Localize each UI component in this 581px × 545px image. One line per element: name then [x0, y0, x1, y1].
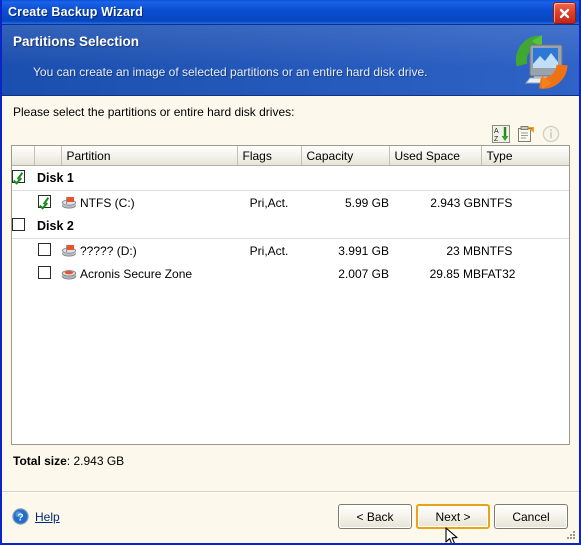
partition-spacer-cell [12, 238, 34, 262]
create-backup-wizard-window: Create Backup Wizard Partitions Selectio… [0, 0, 581, 545]
disk-flags [237, 214, 301, 239]
column-header-used-space[interactable]: Used Space [389, 146, 482, 166]
window-titlebar[interactable]: Create Backup Wizard [2, 0, 579, 25]
cancel-button[interactable]: Cancel [494, 504, 568, 529]
disk-type [481, 165, 569, 191]
partition-checkbox[interactable] [38, 265, 51, 279]
partition-type: NTFS [481, 238, 569, 262]
next-button-label: Next > [435, 509, 471, 524]
partition-used-space: 23 MB [389, 238, 481, 262]
partition-label: Acronis Secure Zone [80, 266, 193, 281]
partition-capacity: 3.991 GB [301, 238, 389, 262]
table-row[interactable]: Disk 2 [12, 214, 569, 239]
partition-used-space: 2.943 GB [389, 190, 481, 214]
disk-used-space [389, 165, 481, 191]
column-header-spacer[interactable] [34, 146, 62, 166]
disk-capacity [301, 165, 389, 191]
partition-checkbox-cell [34, 262, 61, 285]
backup-monitor-icon [515, 35, 568, 89]
partition-capacity: 2.007 GB [301, 262, 389, 285]
selection-prompt: Please select the partitions or entire h… [13, 105, 295, 119]
total-size-row: Total size: 2.943 GB [11, 445, 570, 468]
column-header-checkbox[interactable] [12, 146, 35, 166]
partition-checkbox[interactable] [38, 194, 51, 208]
partition-spacer-cell [12, 190, 34, 214]
disk-checkbox-cell [12, 165, 34, 191]
back-button-label: < Back [356, 509, 394, 524]
partition-used-space: 29.85 MB [389, 262, 481, 285]
svg-text:?: ? [17, 511, 23, 523]
svg-text:A: A [494, 128, 499, 135]
close-icon [559, 8, 570, 18]
partition-flags [237, 262, 301, 285]
total-size-label: Total size [13, 454, 67, 468]
total-size-value: 2.943 GB [73, 454, 125, 468]
column-header-capacity[interactable]: Capacity [301, 146, 390, 166]
properties-icon[interactable] [517, 125, 535, 143]
secure-zone-icon [61, 269, 77, 279]
partition-checkbox-cell [34, 238, 61, 262]
partitions-table: Partition Flags Capacity Used Space Type… [12, 146, 569, 285]
disk-used-space [389, 214, 481, 239]
partition-name-cell: Acronis Secure Zone [61, 262, 237, 285]
close-button[interactable] [553, 2, 576, 24]
disk-checkbox[interactable] [12, 218, 25, 231]
partition-capacity: 5.99 GB [301, 190, 389, 214]
partition-spacer-cell [12, 262, 34, 285]
disk-checkbox[interactable] [12, 170, 25, 183]
table-row[interactable]: ????? (D:) Pri,Act. 3.991 GB 23 MB NTFS [12, 238, 569, 262]
disk-capacity [301, 214, 389, 239]
info-icon [542, 125, 560, 143]
back-button[interactable]: < Back [338, 504, 412, 529]
partition-checkbox-cell [34, 190, 61, 214]
wizard-banner: Partitions Selection You can create an i… [2, 25, 579, 96]
svg-text:Z: Z [494, 136, 499, 143]
disk-flags [237, 165, 301, 191]
disk-type [481, 214, 569, 239]
footer-divider [2, 491, 579, 493]
partition-name-cell: ????? (D:) [61, 238, 237, 262]
partition-disk-icon [62, 196, 76, 208]
next-button[interactable]: Next > [416, 504, 490, 529]
help-label: Help [35, 509, 60, 524]
list-toolbar: A Z [11, 123, 570, 145]
disk-label: Disk 2 [34, 214, 237, 239]
partition-disk-icon [62, 244, 76, 256]
disk-checkbox-cell [12, 214, 34, 239]
table-row[interactable]: NTFS (C:) Pri,Act. 5.99 GB 2.943 GB NTFS [12, 190, 569, 214]
table-header-row: Partition Flags Capacity Used Space Type [12, 146, 569, 166]
column-header-type[interactable]: Type [481, 146, 569, 166]
resize-grip-icon[interactable] [566, 530, 576, 540]
content-area: Please select the partitions or entire h… [2, 96, 579, 468]
partition-checkbox[interactable] [38, 242, 51, 256]
partition-name-cell: NTFS (C:) [61, 190, 237, 214]
partition-label: ????? (D:) [80, 243, 137, 258]
page-title: Partitions Selection [13, 34, 140, 49]
partition-type: FAT32 [481, 262, 569, 285]
dialog-footer: ? Help < Back Next > Cancel [2, 495, 579, 543]
partition-flags: Pri,Act. [237, 238, 301, 262]
column-header-flags[interactable]: Flags [237, 146, 302, 166]
table-row[interactable]: Disk 1 [12, 165, 569, 191]
sort-az-icon[interactable]: A Z [492, 125, 510, 143]
cancel-button-label: Cancel [512, 509, 550, 524]
question-help-icon: ? [12, 508, 29, 525]
partition-flags: Pri,Act. [237, 190, 301, 214]
window-title: Create Backup Wizard [8, 5, 143, 19]
partition-type: NTFS [481, 190, 569, 214]
partition-label: NTFS (C:) [80, 195, 135, 210]
help-link[interactable]: ? Help [12, 508, 60, 525]
page-subtitle: You can create an image of selected part… [33, 65, 428, 79]
table-row[interactable]: Acronis Secure Zone 2.007 GB 29.85 MB FA… [12, 262, 569, 285]
column-header-partition[interactable]: Partition [61, 146, 238, 166]
disk-label: Disk 1 [34, 165, 237, 191]
partitions-list[interactable]: Partition Flags Capacity Used Space Type… [11, 145, 570, 445]
